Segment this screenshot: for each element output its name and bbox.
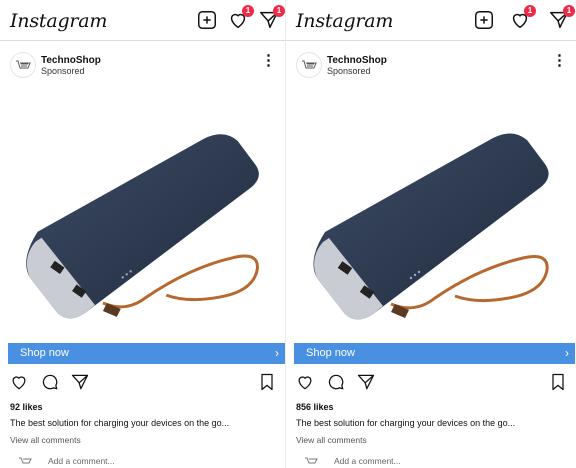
sponsored-label: Sponsored <box>327 66 371 76</box>
bookmark-icon <box>261 373 273 391</box>
shop-now-button[interactable]: Shop now › <box>8 343 285 364</box>
notification-badge: 1 <box>524 5 536 17</box>
direct-messages-button[interactable]: 1 <box>258 5 285 31</box>
heart-icon <box>12 376 26 390</box>
paper-plane-icon <box>357 374 375 390</box>
chevron-right-icon: › <box>275 346 279 360</box>
likes-count[interactable]: 856 likes <box>296 402 334 412</box>
save-button[interactable] <box>257 372 277 392</box>
user-avatar <box>18 455 32 467</box>
chevron-right-icon: › <box>565 346 569 360</box>
post-image[interactable] <box>0 82 285 340</box>
shop-now-button[interactable]: Shop now › <box>294 343 575 364</box>
post-actions <box>286 370 576 394</box>
shop-now-label: Shop now <box>20 347 69 359</box>
share-button[interactable] <box>70 372 90 392</box>
power-bank-image <box>26 134 259 319</box>
cart-logo-icon <box>305 457 318 464</box>
new-post-button[interactable] <box>196 9 218 31</box>
top-bar: Instagram 1 1 <box>0 0 285 41</box>
direct-messages-button[interactable]: 1 <box>548 5 575 31</box>
feed-comparison: Instagram 1 1 TechnoShop Sponsored ⋮ Sho… <box>0 0 576 468</box>
heart-icon <box>298 376 312 390</box>
paper-plane-icon <box>71 374 89 390</box>
like-button[interactable] <box>9 372 29 392</box>
user-avatar <box>304 455 318 467</box>
add-comment-row[interactable]: Add a comment... <box>304 453 564 468</box>
more-options-icon[interactable]: ⋮ <box>552 53 567 68</box>
top-bar: Instagram 1 1 <box>286 0 576 41</box>
like-button[interactable] <box>295 372 315 392</box>
cart-logo-icon <box>302 60 317 69</box>
bookmark-icon <box>552 373 564 391</box>
comment-bubble-icon <box>42 374 58 390</box>
message-badge: 1 <box>563 5 575 17</box>
account-avatar[interactable] <box>10 52 36 78</box>
post-card-2: Instagram 1 1 TechnoShop Sponsored ⋮ Sho… <box>286 0 576 468</box>
post-header: TechnoShop Sponsored ⋮ <box>286 48 576 78</box>
notifications-button[interactable]: 1 <box>509 5 536 31</box>
comment-button[interactable] <box>40 372 60 392</box>
notifications-button[interactable]: 1 <box>227 5 254 31</box>
add-comment-input[interactable]: Add a comment... <box>334 456 401 466</box>
cart-logo-icon <box>19 457 32 464</box>
post-card-1: Instagram 1 1 TechnoShop Sponsored ⋮ Sho… <box>0 0 286 468</box>
account-name[interactable]: TechnoShop <box>327 55 387 66</box>
comment-bubble-icon <box>328 374 344 390</box>
post-caption: The best solution for charging your devi… <box>296 418 516 428</box>
view-all-comments-link[interactable]: View all comments <box>296 435 367 445</box>
plus-square-icon <box>475 11 493 29</box>
new-post-button[interactable] <box>473 9 495 31</box>
notification-badge: 1 <box>242 5 254 17</box>
comment-button[interactable] <box>326 372 346 392</box>
shop-now-label: Shop now <box>306 347 355 359</box>
add-comment-row[interactable]: Add a comment... <box>18 453 278 468</box>
post-header: TechnoShop Sponsored ⋮ <box>0 48 285 78</box>
more-options-icon[interactable]: ⋮ <box>261 53 276 68</box>
power-bank-image <box>313 133 549 320</box>
account-name[interactable]: TechnoShop <box>41 55 101 66</box>
sponsored-label: Sponsored <box>41 66 85 76</box>
instagram-logo: Instagram <box>10 10 108 32</box>
post-actions <box>0 370 285 394</box>
share-button[interactable] <box>356 372 376 392</box>
add-comment-input[interactable]: Add a comment... <box>48 456 115 466</box>
likes-count[interactable]: 92 likes <box>10 402 43 412</box>
cart-logo-icon <box>16 60 31 69</box>
account-avatar[interactable] <box>296 52 322 78</box>
plus-square-icon <box>198 11 216 29</box>
message-badge: 1 <box>273 5 285 17</box>
post-caption: The best solution for charging your devi… <box>10 418 230 428</box>
post-image[interactable] <box>286 82 576 340</box>
instagram-logo: Instagram <box>296 10 394 32</box>
view-all-comments-link[interactable]: View all comments <box>10 435 81 445</box>
save-button[interactable] <box>548 372 568 392</box>
